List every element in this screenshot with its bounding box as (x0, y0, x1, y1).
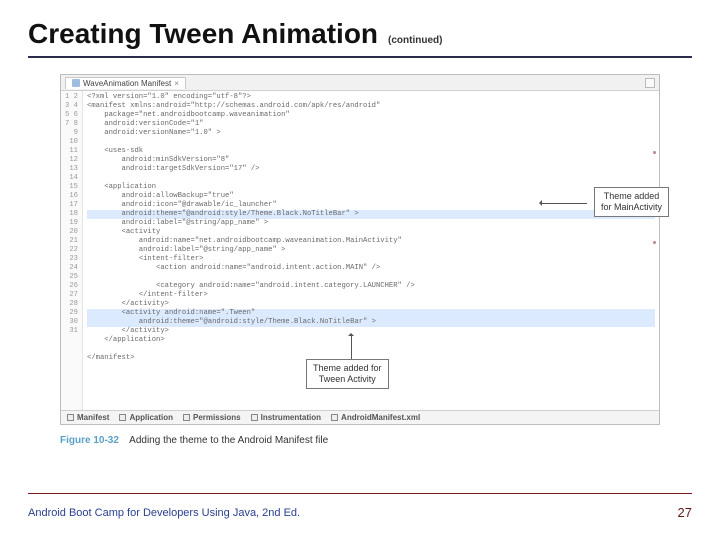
line-number-gutter: 1 2 3 4 5 6 7 8 9 10 11 12 13 14 15 16 1… (61, 91, 83, 410)
tab-icon (67, 414, 74, 421)
footer-divider (28, 493, 692, 495)
bottom-tab-permissions[interactable]: Permissions (183, 413, 241, 422)
arrow-icon (351, 335, 352, 359)
bottom-tab-application[interactable]: Application (119, 413, 173, 422)
file-icon (72, 79, 80, 87)
editor-tab[interactable]: WaveAnimation Manifest × (65, 77, 186, 89)
bottom-tab-label: Instrumentation (261, 413, 321, 422)
minimize-icon[interactable] (645, 78, 655, 88)
bottom-tab-label: Manifest (77, 413, 109, 422)
callout-main-activity: Theme added for MainActivity (594, 187, 669, 217)
page-number: 27 (678, 505, 692, 520)
editor-bottom-tabs: Manifest Application Permissions Instrum… (61, 410, 659, 424)
figure-caption: Figure 10-32 Adding the theme to the And… (60, 435, 660, 446)
tab-icon (183, 414, 190, 421)
editor-tabbar: WaveAnimation Manifest × (61, 75, 659, 91)
bottom-tab-androidmanifest[interactable]: AndroidManifest.xml (331, 413, 420, 422)
bottom-tab-manifest[interactable]: Manifest (67, 413, 109, 422)
bottom-tab-instrumentation[interactable]: Instrumentation (251, 413, 321, 422)
editor-tab-label: WaveAnimation Manifest (83, 79, 171, 88)
figure-caption-text: Adding the theme to the Android Manifest… (129, 435, 328, 446)
editor-frame: WaveAnimation Manifest × 1 2 3 4 5 6 7 8… (60, 74, 660, 425)
tab-icon (331, 414, 338, 421)
tab-icon (119, 414, 126, 421)
close-icon[interactable]: × (174, 79, 179, 88)
bottom-tab-label: Permissions (193, 413, 241, 422)
continued-label: (continued) (388, 35, 442, 46)
slide-title: Creating Tween Animation (28, 18, 378, 50)
callout-tween-activity: Theme added for Tween Activity (306, 359, 389, 389)
tab-icon (251, 414, 258, 421)
title-underline (28, 56, 692, 58)
marker-icon (653, 241, 656, 244)
bottom-tab-label: AndroidManifest.xml (341, 413, 420, 422)
title-row: Creating Tween Animation (continued) (28, 18, 692, 50)
bottom-tab-label: Application (129, 413, 173, 422)
footer: Android Boot Camp for Developers Using J… (28, 505, 692, 520)
arrow-icon (541, 203, 587, 204)
footer-book-title: Android Boot Camp for Developers Using J… (28, 507, 300, 519)
marker-icon (653, 151, 656, 154)
figure-number: Figure 10-32 (60, 435, 119, 446)
